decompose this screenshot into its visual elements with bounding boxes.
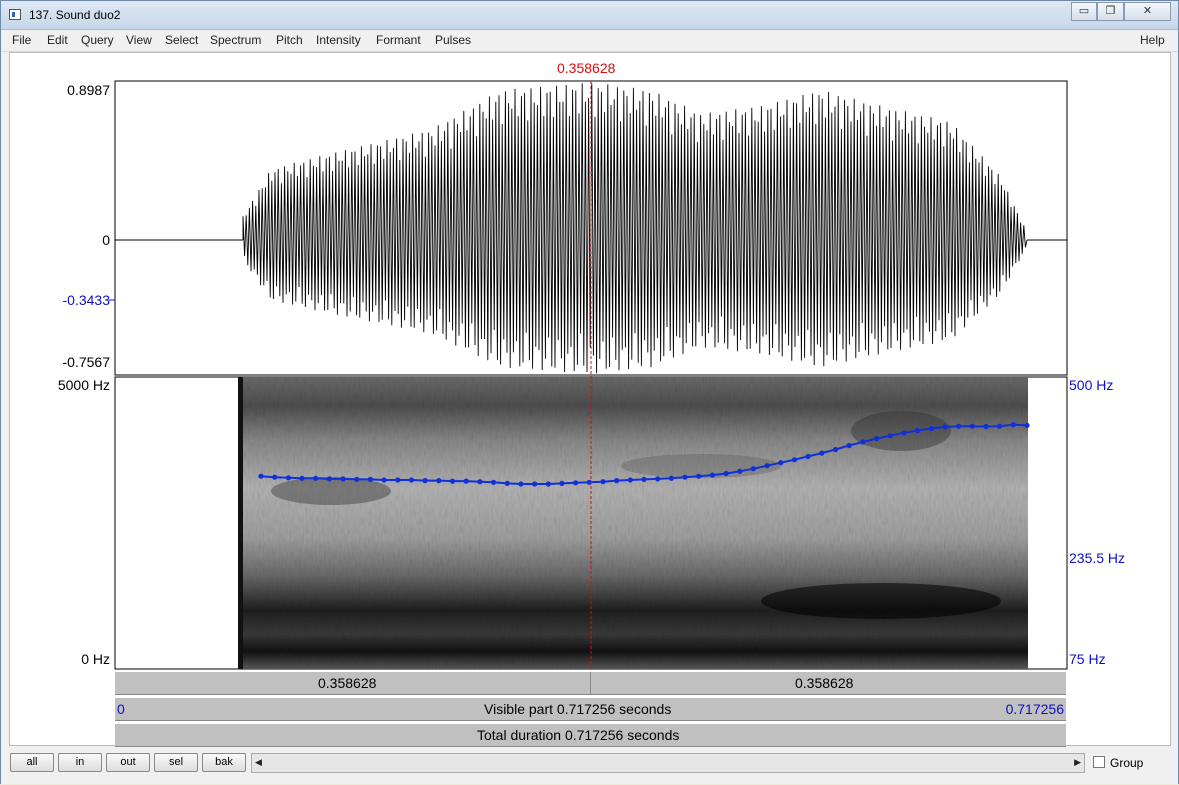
- pitch-point: [600, 479, 606, 485]
- visible-part-bar[interactable]: 0 Visible part 0.717256 seconds 0.717256: [115, 697, 1066, 721]
- group-checkbox[interactable]: [1093, 756, 1105, 768]
- scroll-right-icon[interactable]: ▶: [1074, 757, 1081, 768]
- spectrogram-onset: [238, 377, 243, 669]
- pitch-point: [778, 460, 784, 466]
- pitch-point: [299, 475, 305, 481]
- zoom-all-button[interactable]: all: [10, 753, 54, 772]
- pitch-point: [436, 478, 442, 484]
- total-duration-bar[interactable]: Total duration 0.717256 seconds: [115, 723, 1066, 747]
- praat-sound-window: 137. Sound duo2 ▭ ❐ ✕ File Edit Query Vi…: [0, 0, 1179, 784]
- pitch-point: [696, 473, 702, 479]
- pitch-point: [997, 423, 1003, 429]
- pitch-point: [285, 475, 291, 481]
- pitch-point: [1024, 422, 1030, 428]
- pitch-point: [395, 477, 401, 483]
- pitch-point: [367, 476, 373, 482]
- pitch-point: [545, 481, 551, 487]
- pitch-point: [490, 479, 497, 485]
- time-scrollbar[interactable]: ◀ ▶: [251, 753, 1085, 773]
- pitch-point: [846, 442, 852, 449]
- pitch-point: [463, 478, 469, 484]
- group-label: Group: [1110, 756, 1144, 770]
- scroll-left-icon[interactable]: ◀: [255, 757, 262, 768]
- total-duration-text: Total duration 0.717256 seconds: [477, 727, 680, 743]
- visible-start-time: 0: [117, 701, 125, 717]
- pitch-point: [408, 477, 415, 483]
- pitch-point: [614, 478, 620, 484]
- spectrogram-blob: [851, 411, 951, 451]
- pitch-point: [655, 476, 661, 482]
- pitch-point: [1010, 422, 1016, 428]
- pitch-point: [258, 473, 264, 479]
- pitch-point: [573, 480, 579, 486]
- pitch-point: [504, 480, 510, 486]
- pitch-point: [942, 424, 948, 430]
- pitch-point: [532, 481, 538, 487]
- pitch-point: [901, 430, 907, 436]
- zoom-selection-button[interactable]: sel: [154, 753, 198, 772]
- pitch-point: [340, 476, 346, 482]
- pitch-point: [832, 446, 839, 453]
- pitch-point: [873, 436, 880, 442]
- sound-visualization[interactable]: [1, 1, 1179, 785]
- pitch-point: [381, 477, 387, 483]
- visible-part-text: Visible part 0.717256 seconds: [484, 701, 672, 717]
- pitch-point: [791, 457, 798, 463]
- pitch-point: [682, 474, 688, 480]
- pitch-point: [928, 425, 934, 432]
- pitch-point: [477, 479, 483, 485]
- pitch-point: [737, 468, 743, 474]
- zoom-out-button[interactable]: out: [106, 753, 150, 772]
- spectrogram-blob: [761, 583, 1001, 619]
- pitch-point: [709, 472, 716, 478]
- pitch-point: [915, 427, 921, 434]
- pitch-point: [805, 453, 811, 459]
- pitch-point: [559, 480, 565, 486]
- segment-divider: [590, 672, 591, 694]
- pitch-point: [449, 478, 456, 484]
- pitch-point: [354, 476, 360, 482]
- pitch-point: [983, 423, 989, 430]
- zoom-back-button[interactable]: bak: [202, 753, 246, 772]
- pitch-point: [764, 463, 770, 469]
- pitch-point: [422, 478, 428, 484]
- pitch-point: [887, 433, 893, 439]
- pitch-point: [326, 476, 332, 482]
- spectrogram-blob: [271, 477, 391, 505]
- pitch-point: [969, 423, 975, 429]
- zoom-in-button[interactable]: in: [58, 753, 102, 772]
- selection-time-bar[interactable]: 0.358628 0.358628: [115, 671, 1066, 695]
- left-segment-duration: 0.358628: [318, 675, 377, 691]
- visible-end-time: 0.717256: [1005, 701, 1064, 717]
- pitch-point: [819, 450, 825, 456]
- pitch-point: [641, 476, 647, 482]
- pitch-point: [860, 439, 866, 445]
- pitch-point: [518, 481, 524, 487]
- pitch-point: [272, 474, 278, 480]
- pitch-point: [750, 466, 757, 472]
- pitch-point: [956, 423, 962, 429]
- pitch-point: [627, 477, 633, 483]
- pitch-point: [723, 470, 729, 477]
- right-segment-duration: 0.358628: [795, 675, 854, 691]
- pitch-point: [668, 475, 675, 481]
- spectrogram-blob: [621, 454, 781, 478]
- pitch-point: [313, 475, 319, 481]
